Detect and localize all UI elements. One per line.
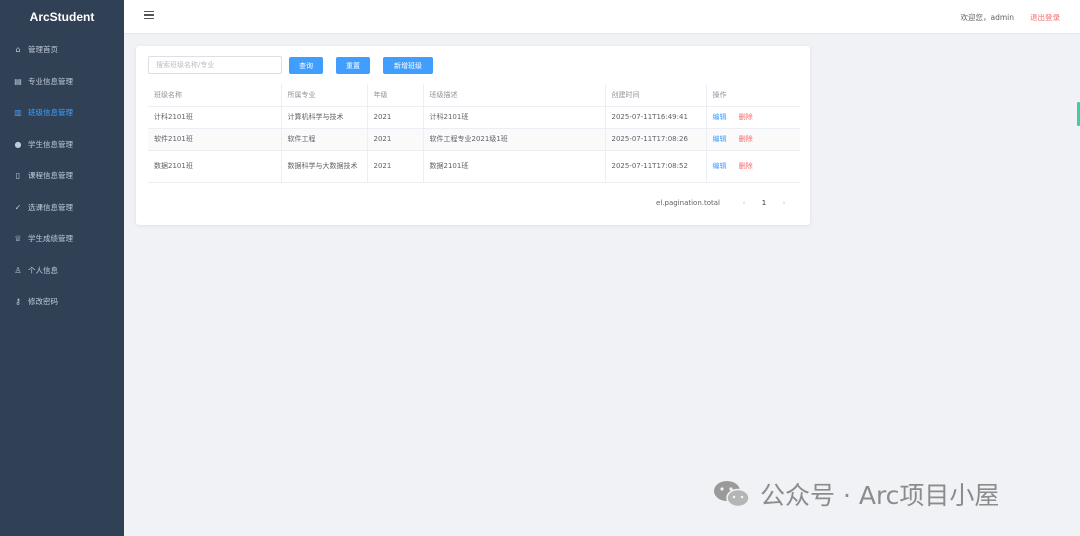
sidebar-item-grades[interactable]: ♕ 学生成绩管理 bbox=[0, 223, 124, 255]
column-header: 创建时间 bbox=[605, 84, 707, 107]
sidebar-item-label: 专业信息管理 bbox=[28, 76, 73, 86]
column-header: 年级 bbox=[367, 84, 424, 107]
delete-link[interactable]: 删除 bbox=[739, 135, 753, 143]
table-header-row: 班级名称 所属专业 年级 班级描述 创建时间 操作 bbox=[148, 84, 800, 107]
search-input[interactable] bbox=[148, 56, 282, 74]
hamburger-menu-icon[interactable] bbox=[144, 11, 154, 21]
sidebar-menu: ⌂ 管理首页 ▤ 专业信息管理 ▥ 班级信息管理 ● 学生信息管理 ▯ 课程信息… bbox=[0, 34, 124, 318]
cell-actions: 编辑 删除 bbox=[706, 128, 800, 151]
cell-actions: 编辑 删除 bbox=[706, 106, 800, 129]
sidebar-item-selection[interactable]: ✓ 选课信息管理 bbox=[0, 192, 124, 224]
column-header: 班级描述 bbox=[423, 84, 606, 107]
user-icon: ● bbox=[14, 139, 22, 149]
next-page-icon[interactable]: › bbox=[778, 199, 790, 207]
cell-name: 计科2101班 bbox=[148, 106, 282, 129]
document-icon: ▤ bbox=[14, 76, 22, 86]
sidebar-item-home[interactable]: ⌂ 管理首页 bbox=[0, 34, 124, 66]
cell-desc: 计科2101班 bbox=[423, 106, 606, 129]
column-header: 班级名称 bbox=[148, 84, 282, 107]
edit-link[interactable]: 编辑 bbox=[713, 113, 727, 121]
wechat-icon bbox=[714, 481, 750, 508]
cell-time: 2025-07-11T17:08:52 bbox=[605, 150, 707, 183]
page-number[interactable]: 1 bbox=[758, 199, 770, 207]
sidebar-item-label: 学生信息管理 bbox=[28, 139, 73, 149]
cell-time: 2025-07-11T17:08:26 bbox=[605, 128, 707, 151]
app: ArcStudent ⌂ 管理首页 ▤ 专业信息管理 ▥ 班级信息管理 ● 学生… bbox=[0, 0, 1080, 536]
person-icon: ♙ bbox=[14, 265, 22, 275]
cell-grade: 2021 bbox=[367, 106, 424, 129]
toolbar: 查询 重置 新增班级 bbox=[148, 56, 788, 74]
sidebar-item-label: 选课信息管理 bbox=[28, 202, 73, 212]
class-list-card: 查询 重置 新增班级 班级名称 所属专业 年级 班级描述 创建时间 操作 计科2… bbox=[136, 46, 810, 225]
class-table: 班级名称 所属专业 年级 班级描述 创建时间 操作 计科2101班 计算机科学与… bbox=[148, 84, 800, 183]
top-header: 欢迎您，admin 退出登录 bbox=[124, 0, 1080, 34]
add-class-button[interactable]: 新增班级 bbox=[383, 57, 433, 74]
cell-name: 数据2101班 bbox=[148, 150, 282, 183]
edit-link[interactable]: 编辑 bbox=[713, 162, 727, 170]
sidebar-item-label: 个人信息 bbox=[28, 265, 58, 275]
column-header: 操作 bbox=[706, 84, 800, 107]
pagination-total: el.pagination.total bbox=[656, 199, 720, 207]
welcome-text: 欢迎您，admin bbox=[960, 13, 1015, 22]
logout-link[interactable]: 退出登录 bbox=[1030, 12, 1060, 23]
watermark: 公众号 · Arc项目小屋 bbox=[712, 476, 999, 512]
table-row: 数据2101班 数据科学与大数据技术 2021 数据2101班 2025-07-… bbox=[148, 150, 800, 183]
cell-name: 软件2101班 bbox=[148, 128, 282, 151]
sidebar-item-profile[interactable]: ♙ 个人信息 bbox=[0, 255, 124, 287]
cell-major: 数据科学与大数据技术 bbox=[281, 150, 368, 183]
sidebar-item-password[interactable]: ⚷ 修改密码 bbox=[0, 286, 124, 318]
sidebar-item-label: 修改密码 bbox=[28, 297, 58, 307]
sidebar-item-label: 课程信息管理 bbox=[28, 171, 73, 181]
sidebar-item-label: 学生成绩管理 bbox=[28, 234, 73, 244]
cell-desc: 软件工程专业2021级1班 bbox=[423, 128, 606, 151]
sidebar-item-class[interactable]: ▥ 班级信息管理 bbox=[0, 97, 124, 129]
table-row: 计科2101班 计算机科学与技术 2021 计科2101班 2025-07-11… bbox=[148, 106, 800, 129]
sidebar-item-label: 班级信息管理 bbox=[28, 108, 73, 118]
cell-time: 2025-07-11T16:49:41 bbox=[605, 106, 707, 129]
pagination: el.pagination.total ‹ 1 › bbox=[656, 199, 794, 207]
cell-grade: 2021 bbox=[367, 150, 424, 183]
reset-button[interactable]: 重置 bbox=[336, 57, 370, 74]
sidebar: ArcStudent ⌂ 管理首页 ▤ 专业信息管理 ▥ 班级信息管理 ● 学生… bbox=[0, 0, 124, 536]
search-button[interactable]: 查询 bbox=[289, 57, 323, 74]
prev-page-icon[interactable]: ‹ bbox=[738, 199, 750, 207]
key-icon: ⚷ bbox=[15, 297, 21, 307]
trophy-icon: ♕ bbox=[14, 234, 22, 244]
cell-major: 计算机科学与技术 bbox=[281, 106, 368, 129]
sidebar-item-label: 管理首页 bbox=[28, 45, 58, 55]
list-icon: ▥ bbox=[14, 108, 22, 118]
column-header: 所属专业 bbox=[281, 84, 368, 107]
table-row: 软件2101班 软件工程 2021 软件工程专业2021级1班 2025-07-… bbox=[148, 128, 800, 151]
cell-desc: 数据2101班 bbox=[423, 150, 606, 183]
sidebar-item-student[interactable]: ● 学生信息管理 bbox=[0, 129, 124, 161]
edit-link[interactable]: 编辑 bbox=[713, 135, 727, 143]
cell-actions: 编辑 删除 bbox=[706, 150, 800, 183]
sidebar-item-major[interactable]: ▤ 专业信息管理 bbox=[0, 66, 124, 98]
check-icon: ✓ bbox=[14, 202, 22, 212]
brand-logo: ArcStudent bbox=[29, 10, 95, 24]
sidebar-item-course[interactable]: ▯ 课程信息管理 bbox=[0, 160, 124, 192]
book-icon: ▯ bbox=[15, 171, 21, 181]
cell-grade: 2021 bbox=[367, 128, 424, 151]
home-icon: ⌂ bbox=[15, 45, 21, 55]
cell-major: 软件工程 bbox=[281, 128, 368, 151]
watermark-text: 公众号 · Arc项目小屋 bbox=[760, 481, 1000, 510]
delete-link[interactable]: 删除 bbox=[739, 162, 753, 170]
delete-link[interactable]: 删除 bbox=[739, 113, 753, 121]
